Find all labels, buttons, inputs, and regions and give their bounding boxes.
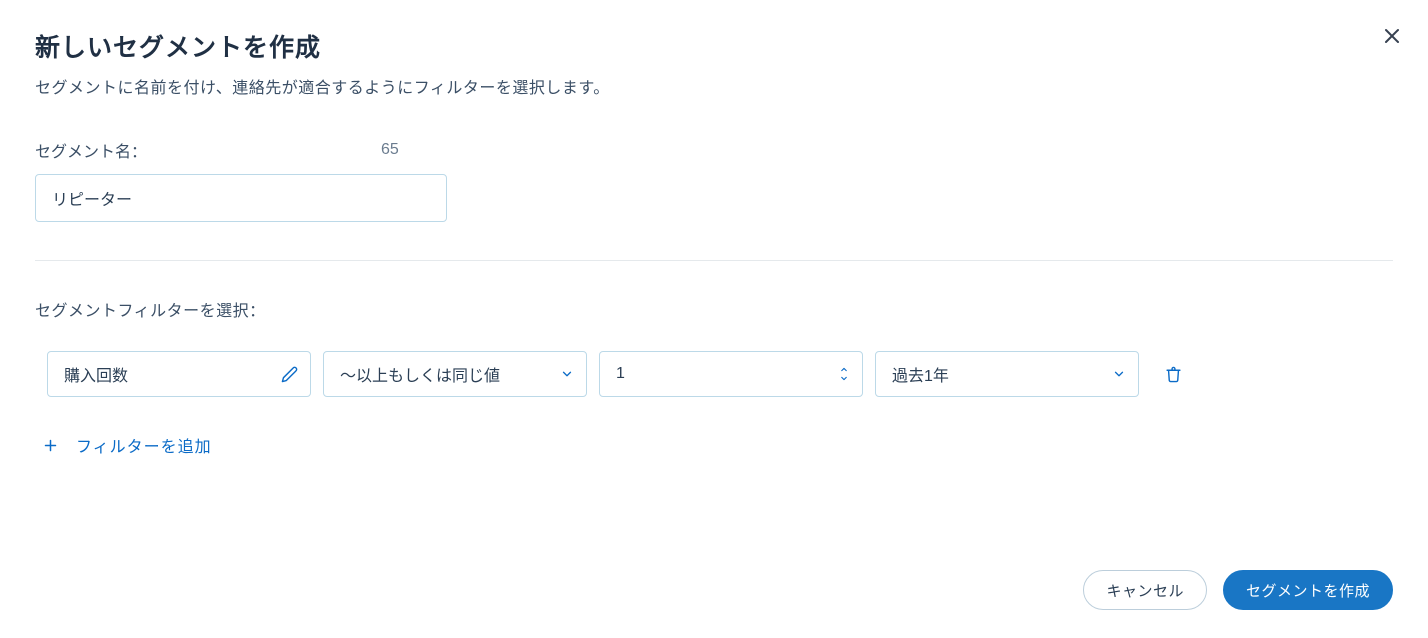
- filter-row: 購入回数 〜以上もしくは同じ値 1 過去1年: [47, 351, 1393, 397]
- number-stepper[interactable]: [838, 365, 850, 383]
- page-title: 新しいセグメントを作成: [35, 28, 1393, 64]
- chevron-down-icon: [1112, 367, 1126, 381]
- trash-icon: [1165, 366, 1182, 383]
- cancel-button[interactable]: キャンセル: [1083, 570, 1207, 610]
- filter-value-input[interactable]: 1: [599, 351, 863, 397]
- chevron-up-icon: [838, 365, 850, 374]
- footer: キャンセル セグメントを作成: [1083, 570, 1393, 610]
- filter-operator-value: 〜以上もしくは同じ値: [340, 362, 500, 386]
- page-subtitle: セグメントに名前を付け、連絡先が適合するようにフィルターを選択します。: [35, 74, 1393, 98]
- segment-name-char-count: 65: [381, 141, 399, 159]
- add-filter-button[interactable]: フィルターを追加: [43, 433, 1393, 457]
- filter-period-value: 過去1年: [892, 362, 949, 386]
- close-button[interactable]: [1382, 26, 1402, 46]
- filter-operator-select[interactable]: 〜以上もしくは同じ値: [323, 351, 587, 397]
- segment-name-label: セグメント名：: [35, 138, 147, 162]
- filter-attribute-value: 購入回数: [64, 362, 128, 386]
- filter-attribute-select[interactable]: 購入回数: [47, 351, 311, 397]
- add-filter-label: フィルターを追加: [76, 433, 212, 457]
- submit-button[interactable]: セグメントを作成: [1223, 570, 1393, 610]
- plus-icon: [43, 438, 58, 453]
- filter-period-select[interactable]: 過去1年: [875, 351, 1139, 397]
- filter-section-label: セグメントフィルターを選択：: [35, 297, 1393, 321]
- filter-value: 1: [616, 365, 625, 383]
- chevron-down-icon: [838, 374, 850, 383]
- divider: [35, 260, 1393, 261]
- close-icon: [1384, 28, 1400, 44]
- edit-icon: [281, 366, 298, 383]
- chevron-down-icon: [560, 367, 574, 381]
- delete-filter-button[interactable]: [1165, 366, 1182, 383]
- segment-name-input[interactable]: [35, 174, 447, 222]
